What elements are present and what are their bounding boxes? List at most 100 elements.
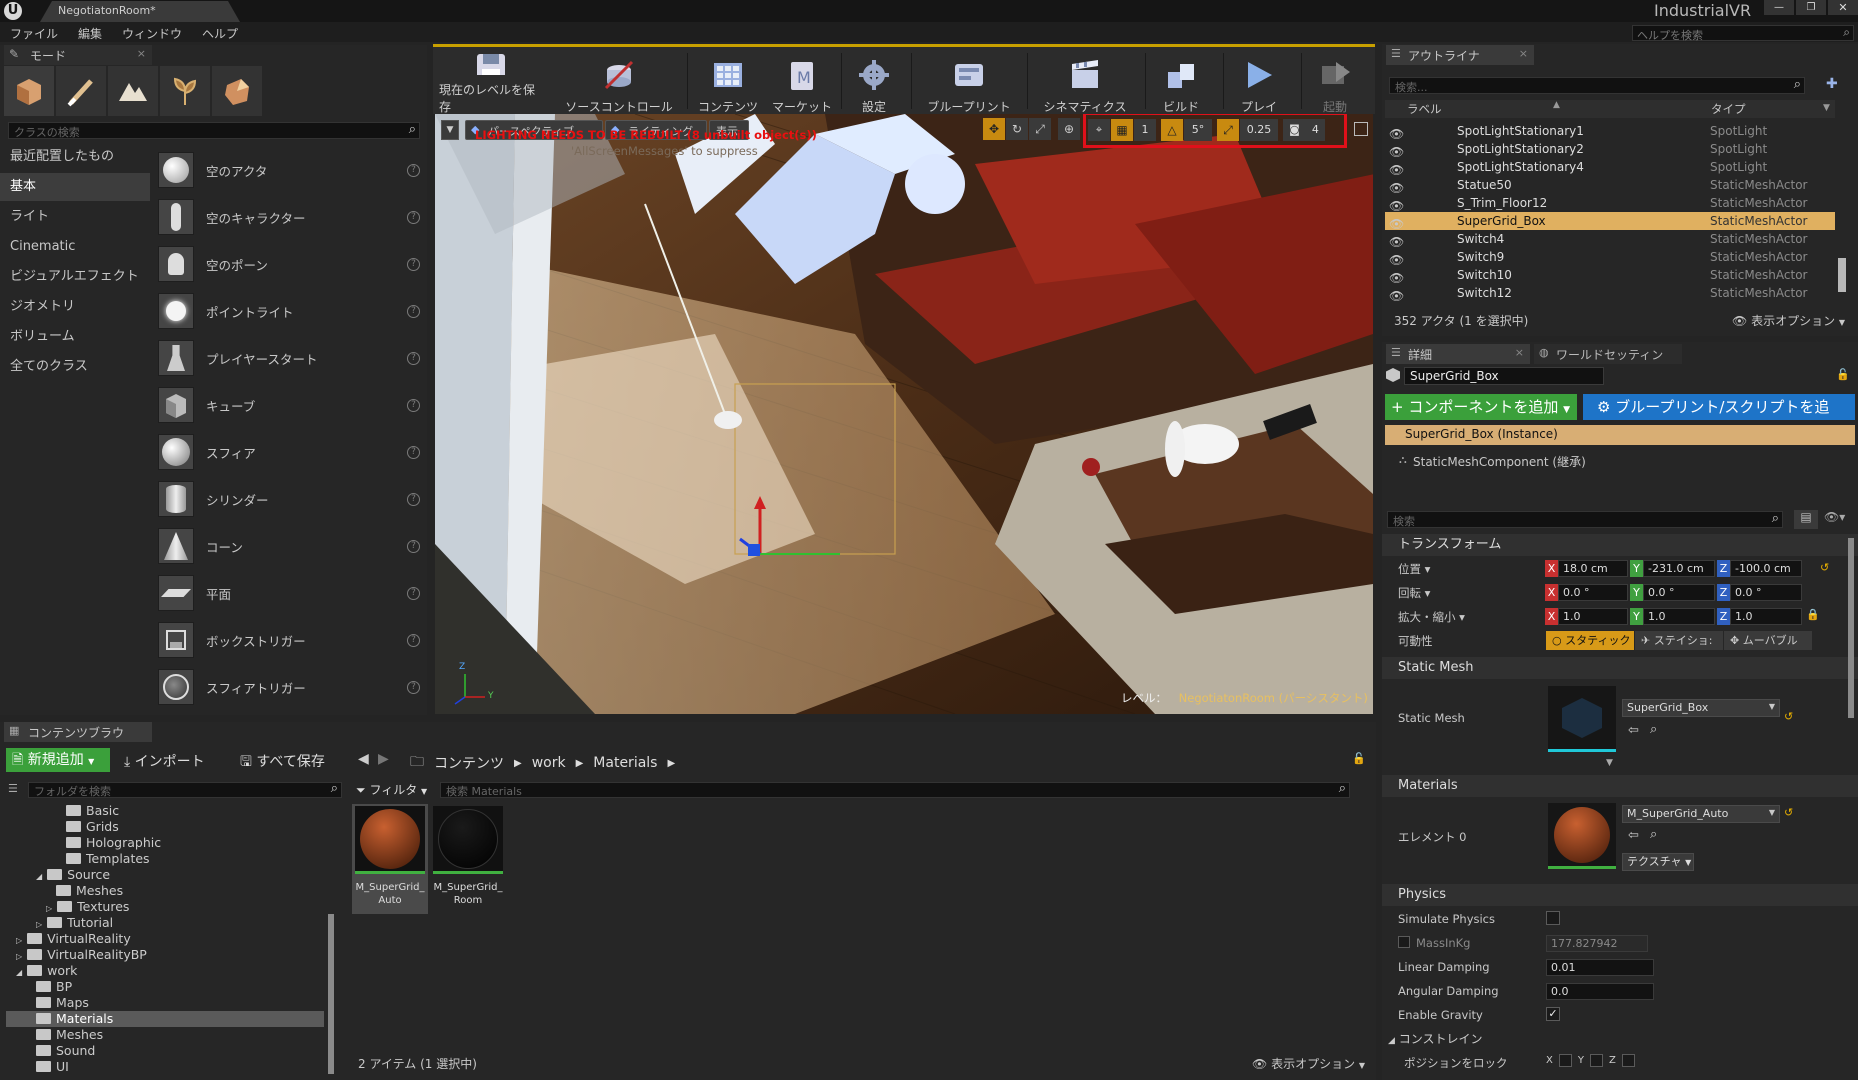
lock-icon[interactable]: 🔓	[1352, 752, 1366, 765]
help-icon[interactable]: ?	[407, 586, 420, 600]
folder-item[interactable]: ▷ Tutorial	[36, 915, 113, 931]
level-viewport[interactable]: Z Y ▼ ◆ パースペクティブ ◆ ライティング 表示 LIGHTING NE…	[435, 114, 1373, 714]
folder-item[interactable]: ▷ VirtualReality	[16, 931, 131, 947]
outliner-row[interactable]: 👁 SpotLightStationary1 SpotLight	[1385, 122, 1835, 141]
minimize-button[interactable]: —	[1764, 0, 1794, 15]
mobility-stationary-button[interactable]: ✈ ステイショ:	[1635, 631, 1723, 650]
menu-file[interactable]: ファイル	[10, 25, 58, 42]
help-icon[interactable]: ?	[407, 257, 420, 271]
save-level-button[interactable]: 現在のレベルを保存	[439, 51, 543, 115]
use-selected-icon[interactable]: ⇦	[1628, 828, 1639, 843]
mobility-movable-button[interactable]: ✥ ムーバブル	[1724, 631, 1812, 650]
save-all-button[interactable]: 🖫 すべて保存	[240, 751, 325, 775]
static-mesh-component-row[interactable]: ⛬ StaticMeshComponent (継承)	[1385, 451, 1855, 471]
content-browser-tab[interactable]: ▦ コンテンツブラウ	[4, 722, 152, 742]
camera-speed-button[interactable]: ◙ 4	[1283, 119, 1325, 141]
content-button[interactable]: コンテンツ	[695, 51, 761, 115]
scale-y-field[interactable]: 1.0	[1643, 608, 1715, 625]
category-basic[interactable]: 基本	[0, 173, 150, 201]
folder-item[interactable]: Maps	[36, 995, 89, 1011]
expanded-arrow-icon[interactable]: ◢	[36, 872, 42, 881]
help-icon[interactable]: ?	[407, 398, 420, 412]
folder-item[interactable]: Basic	[66, 803, 119, 819]
asset-tile[interactable]: M_SuperGrid_ Auto	[352, 804, 428, 914]
blueprint-script-button[interactable]: ⚙ ブループリント/スクリプトを追	[1583, 394, 1855, 420]
folder-search-input[interactable]: フォルダを検索 ⌕	[28, 781, 342, 798]
help-icon[interactable]: ?	[407, 163, 420, 177]
browse-icon[interactable]: ⌕	[1650, 722, 1657, 737]
static-mesh-thumbnail[interactable]	[1548, 686, 1616, 752]
lock-icon[interactable]: 🔒	[1806, 608, 1820, 621]
collapsed-arrow-icon[interactable]: ▷	[16, 952, 22, 961]
settings-button[interactable]: 設定	[847, 51, 901, 115]
outliner-col-label[interactable]: ラベル	[1407, 101, 1442, 117]
close-tab-icon[interactable]: ×	[1519, 47, 1528, 60]
material-thumbnail[interactable]	[1548, 803, 1616, 869]
folder-item[interactable]: Meshes	[36, 1027, 103, 1043]
outliner-row[interactable]: 👁 Switch9 StaticMeshActor	[1385, 248, 1835, 267]
asset-tile[interactable]: M_SuperGrid_ Room	[430, 804, 506, 914]
folder-item-selected[interactable]: Materials	[36, 1011, 113, 1027]
folder-item[interactable]: Templates	[66, 851, 150, 867]
maximize-button[interactable]: ❐	[1796, 0, 1826, 15]
expanded-arrow-icon[interactable]: ◢	[16, 968, 22, 977]
folder-item[interactable]: Grids	[66, 819, 119, 835]
world-local-button[interactable]: ⊕	[1058, 118, 1080, 140]
translate-mode-button[interactable]: ✥	[983, 118, 1005, 140]
place-item-cone[interactable]: コーン?	[158, 523, 420, 569]
location-y-field[interactable]: -231.0 cm	[1643, 560, 1715, 577]
outliner-search-input[interactable]: 検索... ⌕	[1389, 77, 1805, 94]
place-item-cube[interactable]: キューブ?	[158, 382, 420, 428]
transform-section[interactable]: トランスフォーム	[1382, 534, 1858, 556]
place-item-point-light[interactable]: ポイントライト?	[158, 288, 420, 334]
simulate-physics-checkbox[interactable]	[1546, 911, 1560, 925]
breadcrumb-content[interactable]: コンテンツ	[434, 753, 504, 773]
help-icon[interactable]: ?	[407, 351, 420, 365]
scale-z-field[interactable]: 1.0	[1730, 608, 1802, 625]
grid-snap-button[interactable]: ▦	[1111, 119, 1133, 141]
reset-icon[interactable]: ↺	[1784, 806, 1793, 819]
help-icon[interactable]: ?	[407, 210, 420, 224]
asset-view-options[interactable]: 👁 表示オプション ▼	[1252, 1055, 1365, 1072]
place-item-sphere[interactable]: スフィア?	[158, 429, 420, 475]
category-cinematic[interactable]: Cinematic	[0, 233, 150, 261]
outliner-row[interactable]: 👁 Switch12 StaticMeshActor	[1385, 284, 1835, 303]
world-settings-tab[interactable]: ◍ ワールドセッティン	[1534, 344, 1682, 364]
menu-help[interactable]: ヘルプ	[202, 25, 238, 42]
blueprint-button[interactable]: ブループリント	[917, 51, 1021, 115]
chevron-down-icon[interactable]: ▼	[1823, 103, 1830, 113]
details-tab[interactable]: ☰ 詳細 ×	[1386, 344, 1530, 364]
expand-icon[interactable]: ▼	[1606, 758, 1613, 768]
place-item-empty-actor[interactable]: 空のアクタ?	[158, 147, 420, 193]
close-tab-icon[interactable]: ×	[137, 47, 146, 60]
close-tab-icon[interactable]: ×	[1515, 346, 1524, 359]
breadcrumb-materials[interactable]: Materials	[593, 755, 657, 771]
constraint-group[interactable]: ◢ コンストレイン	[1388, 1030, 1483, 1047]
asset-search-input[interactable]: 検索 Materials ⌕	[440, 781, 1350, 798]
paint-mode-button[interactable]	[56, 66, 106, 116]
folder-item[interactable]: ▷ VirtualRealityBP	[16, 947, 147, 963]
viewport-options-button[interactable]: ▼	[441, 120, 459, 140]
place-item-player-start[interactable]: プレイヤースタート?	[158, 335, 420, 381]
play-button[interactable]: プレイ	[1229, 51, 1289, 115]
scale-mode-button[interactable]: ⤢	[1029, 118, 1051, 140]
help-search-input[interactable]: ヘルプを検索 ⌕	[1632, 25, 1854, 42]
folder-item[interactable]: Meshes	[56, 883, 123, 899]
mobility-static-button[interactable]: ○ スタティック	[1546, 631, 1634, 650]
chevron-right-icon[interactable]: ▶	[667, 758, 675, 769]
rotation-snap-value[interactable]: 5°	[1184, 119, 1212, 141]
place-item-cylinder[interactable]: シリンダー?	[158, 476, 420, 522]
rotation-z-field[interactable]: 0.0 °	[1730, 584, 1802, 601]
collapsed-arrow-icon[interactable]: ▷	[16, 936, 22, 945]
place-item-empty-pawn[interactable]: 空のポーン?	[158, 241, 420, 287]
outliner-add-button[interactable]: ✚	[1826, 76, 1844, 94]
history-back-icon[interactable]: ◀	[358, 751, 369, 767]
outliner-view-options[interactable]: 👁 表示オプション ▼	[1732, 312, 1845, 329]
add-new-button[interactable]: 🗎 新規追加 ▼	[6, 748, 110, 772]
foliage-mode-button[interactable]	[160, 66, 210, 116]
cinematics-button[interactable]: シネマティクス	[1033, 51, 1137, 115]
physics-section[interactable]: Physics	[1382, 884, 1858, 906]
property-matrix-button[interactable]: ▤	[1794, 510, 1818, 529]
help-icon[interactable]: ?	[407, 445, 420, 459]
source-control-button[interactable]: ソースコントロール	[557, 51, 681, 115]
